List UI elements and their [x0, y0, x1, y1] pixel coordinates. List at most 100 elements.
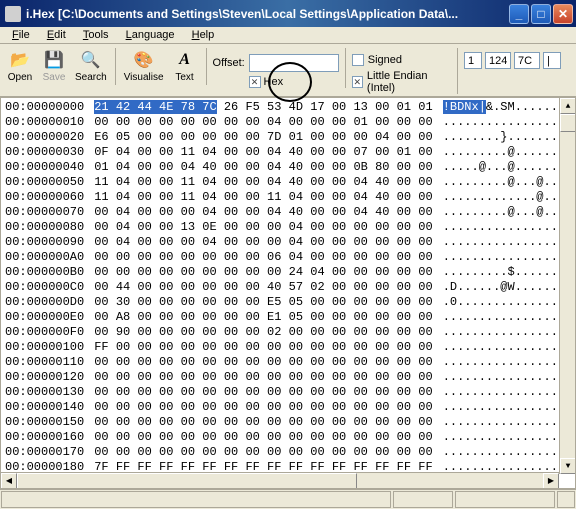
- bytes-cell[interactable]: 11 04 00 00 11 04 00 00 04 40 00 00 04 4…: [94, 175, 442, 190]
- ascii-cell[interactable]: ................: [443, 400, 571, 415]
- text-button[interactable]: A Text: [170, 48, 200, 85]
- bytes-cell[interactable]: 00 00 00 00 00 00 00 00 00 00 00 00 00 0…: [94, 400, 442, 415]
- scroll-right-button[interactable]: ▶: [543, 473, 559, 489]
- bytes-cell[interactable]: 00 04 00 00 13 0E 00 00 00 04 00 00 00 0…: [94, 220, 442, 235]
- scroll-up-button[interactable]: ▲: [560, 98, 576, 114]
- offset-cell: 00:00000130: [5, 385, 94, 400]
- ascii-cell[interactable]: ................: [443, 115, 571, 130]
- bytes-cell[interactable]: 00 90 00 00 00 00 00 00 02 00 00 00 00 0…: [94, 325, 442, 340]
- vertical-scrollbar[interactable]: ▲ ▼: [559, 98, 575, 474]
- scroll-down-button[interactable]: ▼: [560, 458, 576, 474]
- ascii-cell[interactable]: ................: [443, 310, 571, 325]
- toolbar: 📂 Open 💾 Save 🔍 Search 🎨 Visualise A Tex…: [0, 44, 576, 97]
- offset-cell: 00:000000E0: [5, 310, 94, 325]
- num-input-1[interactable]: [464, 52, 482, 69]
- bytes-cell[interactable]: 00 00 00 00 00 00 00 00 00 00 00 00 00 0…: [94, 370, 442, 385]
- bytes-cell[interactable]: 00 00 00 00 00 00 00 00 00 00 00 00 00 0…: [94, 430, 442, 445]
- search-button[interactable]: 🔍 Search: [73, 48, 109, 85]
- open-button[interactable]: 📂 Open: [5, 48, 35, 85]
- save-button[interactable]: 💾 Save: [39, 48, 69, 85]
- menu-edit[interactable]: Edit: [40, 27, 73, 43]
- ascii-cell[interactable]: ................: [443, 250, 571, 265]
- offset-cell: 00:000000B0: [5, 265, 94, 280]
- ascii-cell[interactable]: !BDNx|&.SM......: [443, 100, 571, 115]
- ascii-cell[interactable]: .........@...@..: [443, 175, 571, 190]
- ascii-cell[interactable]: .........@......: [443, 145, 571, 160]
- ascii-cell[interactable]: ................: [443, 415, 571, 430]
- scroll-v-thumb[interactable]: [560, 114, 576, 132]
- offset-cell: 00:00000150: [5, 415, 94, 430]
- offset-cell: 00:00000000: [5, 100, 94, 115]
- menu-language[interactable]: Language: [119, 27, 182, 43]
- hex-checkbox-row[interactable]: ✕ Hex: [249, 76, 284, 88]
- bytes-cell[interactable]: 00 30 00 00 00 00 00 00 E5 05 00 00 00 0…: [94, 295, 442, 310]
- text-icon: A: [175, 50, 195, 70]
- bytes-cell[interactable]: 11 04 00 00 11 04 00 00 11 04 00 00 04 4…: [94, 190, 442, 205]
- bytes-cell[interactable]: 01 04 00 00 04 40 00 00 04 40 00 00 0B 8…: [94, 160, 442, 175]
- le-label: Little Endian (Intel): [367, 70, 451, 94]
- signed-row[interactable]: Signed: [352, 54, 402, 66]
- bytes-cell[interactable]: 00 04 00 00 00 04 00 00 00 04 00 00 00 0…: [94, 235, 442, 250]
- ascii-cell[interactable]: ................: [443, 235, 571, 250]
- bytes-cell[interactable]: 00 00 00 00 00 00 00 00 00 00 00 00 00 0…: [94, 445, 442, 460]
- bytes-cell[interactable]: 00 00 00 00 00 00 00 00 00 00 00 00 00 0…: [94, 385, 442, 400]
- scroll-left-button[interactable]: ◀: [1, 473, 17, 489]
- offset-cell: 00:00000090: [5, 235, 94, 250]
- offset-cell: 00:000000D0: [5, 295, 94, 310]
- offset-cell: 00:00000060: [5, 190, 94, 205]
- menu-tools[interactable]: Tools: [76, 27, 116, 43]
- menu-bar: File Edit Tools Language Help: [0, 27, 576, 44]
- bytes-cell[interactable]: 00 00 00 00 00 00 00 00 00 00 00 00 00 0…: [94, 355, 442, 370]
- ascii-cell[interactable]: ................: [443, 370, 571, 385]
- le-row[interactable]: ✕ Little Endian (Intel): [352, 70, 451, 94]
- ascii-cell[interactable]: ................: [443, 385, 571, 400]
- num-input-2[interactable]: [485, 52, 511, 69]
- menu-help[interactable]: Help: [185, 27, 222, 43]
- hex-checkbox[interactable]: ✕: [249, 76, 261, 88]
- offset-input[interactable]: [249, 54, 339, 72]
- ascii-cell[interactable]: ................: [443, 325, 571, 340]
- bytes-cell[interactable]: 00 04 00 00 00 04 00 00 04 40 00 00 04 4…: [94, 205, 442, 220]
- visualise-label: Visualise: [124, 72, 164, 83]
- bytes-cell[interactable]: 00 44 00 00 00 00 00 00 40 57 02 00 00 0…: [94, 280, 442, 295]
- ascii-cell[interactable]: ................: [443, 355, 571, 370]
- horizontal-scrollbar[interactable]: ◀ ▶: [1, 472, 559, 488]
- maximize-button[interactable]: □: [531, 4, 551, 24]
- visualise-button[interactable]: 🎨 Visualise: [122, 48, 166, 85]
- bytes-cell[interactable]: FF 00 00 00 00 00 00 00 00 00 00 00 00 0…: [94, 340, 442, 355]
- offset-cell: 00:00000120: [5, 370, 94, 385]
- ascii-cell[interactable]: ................: [443, 445, 571, 460]
- bytes-cell[interactable]: 00 00 00 00 00 00 00 00 06 04 00 00 00 0…: [94, 250, 442, 265]
- signed-checkbox[interactable]: [352, 54, 364, 66]
- minimize-button[interactable]: _: [509, 4, 529, 24]
- ascii-cell[interactable]: .....@...@......: [443, 160, 571, 175]
- ascii-cell[interactable]: .0..............: [443, 295, 571, 310]
- le-checkbox[interactable]: ✕: [352, 76, 363, 88]
- ascii-cell[interactable]: .........$......: [443, 265, 571, 280]
- bytes-cell[interactable]: 00 A8 00 00 00 00 00 00 E1 05 00 00 00 0…: [94, 310, 442, 325]
- num-input-4[interactable]: [543, 52, 561, 69]
- ascii-cell[interactable]: .D......@W......: [443, 280, 571, 295]
- menu-file[interactable]: File: [5, 27, 37, 43]
- offset-cell: 00:000000A0: [5, 250, 94, 265]
- search-icon: 🔍: [81, 50, 101, 70]
- title-bar[interactable]: i.Hex [C:\Documents and Settings\Steven\…: [0, 0, 576, 27]
- offset-cell: 00:00000050: [5, 175, 94, 190]
- scroll-h-thumb[interactable]: [17, 473, 357, 489]
- ascii-cell[interactable]: ........}.......: [443, 130, 571, 145]
- ascii-cell[interactable]: ................: [443, 220, 571, 235]
- ascii-cell[interactable]: ................: [443, 430, 571, 445]
- bytes-cell[interactable]: E6 05 00 00 00 00 00 00 7D 01 00 00 00 0…: [94, 130, 442, 145]
- bytes-cell[interactable]: 0F 04 00 00 11 04 00 00 04 40 00 00 07 0…: [94, 145, 442, 160]
- app-icon: [5, 6, 21, 22]
- ascii-cell[interactable]: ................: [443, 340, 571, 355]
- hex-view[interactable]: 00:0000000021 42 44 4E 78 7C 26 F5 53 4D…: [0, 97, 576, 489]
- ascii-cell[interactable]: .........@...@..: [443, 205, 571, 220]
- close-button[interactable]: ✕: [553, 4, 573, 24]
- bytes-cell[interactable]: 21 42 44 4E 78 7C 26 F5 53 4D 17 00 13 0…: [94, 100, 442, 115]
- num-input-3[interactable]: [514, 52, 540, 69]
- bytes-cell[interactable]: 00 00 00 00 00 00 00 00 04 00 00 00 01 0…: [94, 115, 442, 130]
- bytes-cell[interactable]: 00 00 00 00 00 00 00 00 00 24 04 00 00 0…: [94, 265, 442, 280]
- bytes-cell[interactable]: 00 00 00 00 00 00 00 00 00 00 00 00 00 0…: [94, 415, 442, 430]
- ascii-cell[interactable]: .............@..: [443, 190, 571, 205]
